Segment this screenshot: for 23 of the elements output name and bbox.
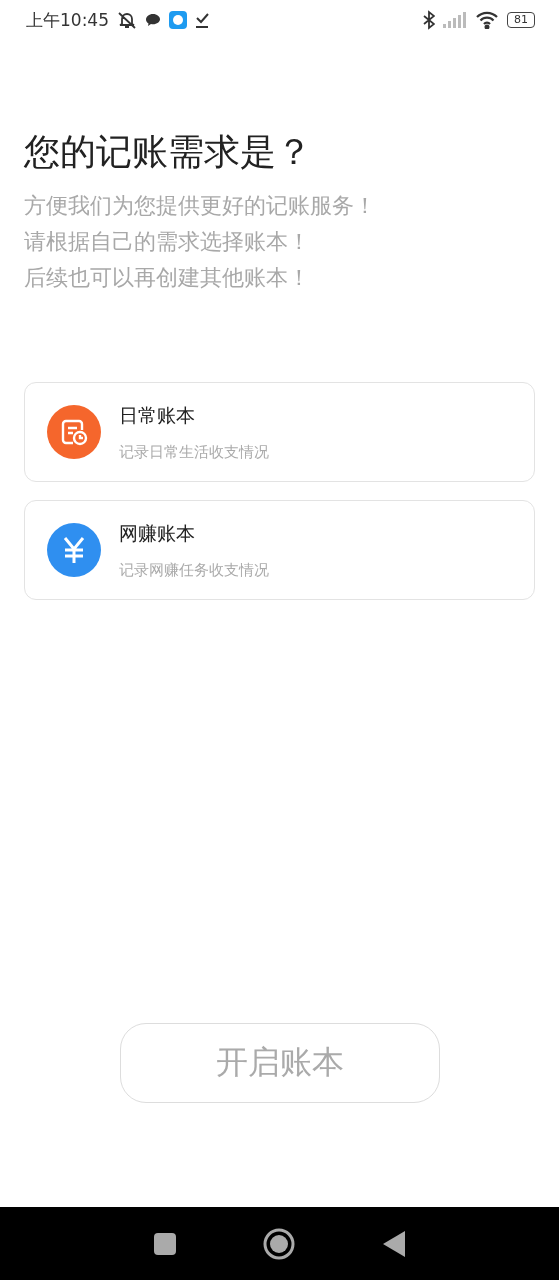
home-icon[interactable] [263,1227,296,1260]
ledger-option-card[interactable]: 日常账本 记录日常生活收支情况 [24,382,535,482]
battery-level: 81 [507,12,535,28]
ledger-name: 网赚账本 [119,520,196,546]
ledger-name: 日常账本 [119,402,196,428]
ledger-clock-icon [59,417,89,447]
ledger-option-card[interactable]: 网赚账本 记录网赚任务收支情况 [24,500,535,600]
subtitle-line: 请根据自己的需求选择账本！ [24,228,311,256]
page-title: 您的记账需求是？ [24,130,313,174]
download-done-icon [195,12,209,28]
wifi-icon [475,11,499,29]
signal-icon [443,12,467,28]
chat-icon [145,13,161,27]
ledger-description: 记录日常生活收支情况 [119,442,269,462]
ledger-description: 记录网赚任务收支情况 [119,560,269,580]
app-notification-icon [169,11,187,29]
recents-icon[interactable] [153,1232,176,1255]
subtitle-line: 后续也可以再创建其他账本！ [24,264,311,292]
bluetooth-icon [423,10,435,30]
back-icon[interactable] [383,1230,406,1257]
bell-off-icon [117,11,137,29]
status-time: 上午10:45 [26,8,109,32]
subtitle-line: 方便我们为您提供更好的记账服务！ [24,192,377,220]
